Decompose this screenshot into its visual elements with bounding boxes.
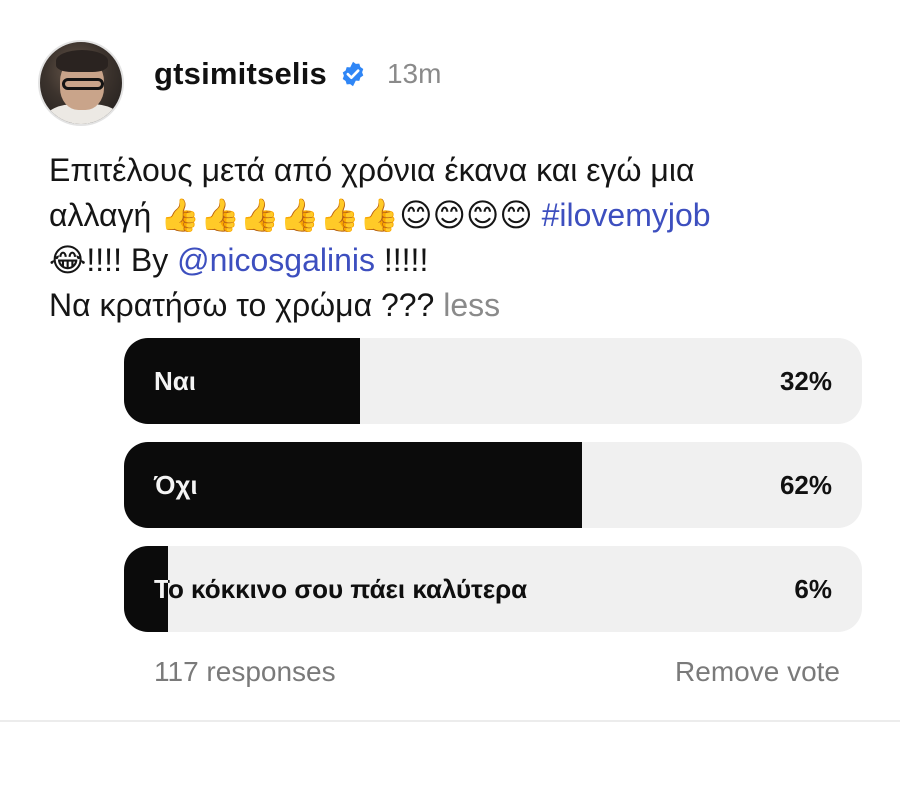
thread-post: gtsimitselis 13m Επιτέλους μετά από χρόν… (0, 0, 900, 793)
post-caption: Επιτέλους μετά από χρόνια έκανα και εγώ … (49, 148, 849, 328)
caption-line-1: Επιτέλους μετά από χρόνια έκανα και εγώ … (49, 152, 695, 188)
mention-link[interactable]: @nicosgalinis (177, 242, 375, 278)
poll-option-label: Ναι (154, 366, 196, 396)
poll-option-nai[interactable]: Ναι 32% (124, 338, 862, 424)
caption-text: !!!!! (374, 242, 429, 278)
poll-option-percent: 62% (779, 470, 832, 500)
post-time: 13m (386, 58, 442, 89)
poll-option-label: Το κόκκινο σου πάει καλύτερα (154, 574, 528, 604)
poll-option-ochi[interactable]: Όχι 62% (124, 442, 862, 528)
divider (0, 720, 900, 722)
poll-option-percent: 32% (779, 366, 832, 396)
avatar-glasses (62, 78, 104, 90)
responses-count: 117 responses (154, 656, 336, 687)
less-button[interactable]: less (443, 287, 500, 323)
remove-vote-button[interactable]: Remove vote (675, 656, 840, 688)
caption-line-4: Να κρατήσω το χρώμα ??? less (49, 283, 849, 328)
avatar[interactable] (38, 40, 124, 126)
verified-badge-icon (339, 60, 367, 88)
caption-text: Να κρατήσω το χρώμα ??? (49, 287, 444, 323)
caption-text: !!!! By (86, 242, 178, 278)
username-link[interactable]: gtsimitselis (154, 56, 327, 92)
avatar-hair (56, 50, 108, 72)
poll-option-kokkino[interactable]: Το κόκκινο σου πάει καλύτερα 6% (124, 546, 862, 632)
caption-line-2: αλλαγή 👍👍👍👍👍👍😊😊😊😊 #ilovemyjob (49, 193, 849, 238)
poll-footer: 117 responses Remove vote (154, 656, 840, 688)
post-header: gtsimitselis 13m (154, 56, 441, 92)
poll-option-percent: 6% (794, 574, 832, 604)
poll-option-label: Όχι (154, 470, 198, 500)
poll: Ναι 32% Όχι 62% Το κόκκινο σου πάει καλύ… (124, 338, 862, 650)
hashtag-link[interactable]: #ilovemyjob (542, 197, 711, 233)
laughing-emoji: 😂 (49, 241, 87, 279)
caption-line-3: 😂!!!! By @nicosgalinis !!!!! (49, 238, 849, 283)
thumbs-up-smile-emojis: 👍👍👍👍👍👍😊😊😊😊 (160, 196, 533, 234)
caption-text: αλλαγή (49, 197, 161, 233)
